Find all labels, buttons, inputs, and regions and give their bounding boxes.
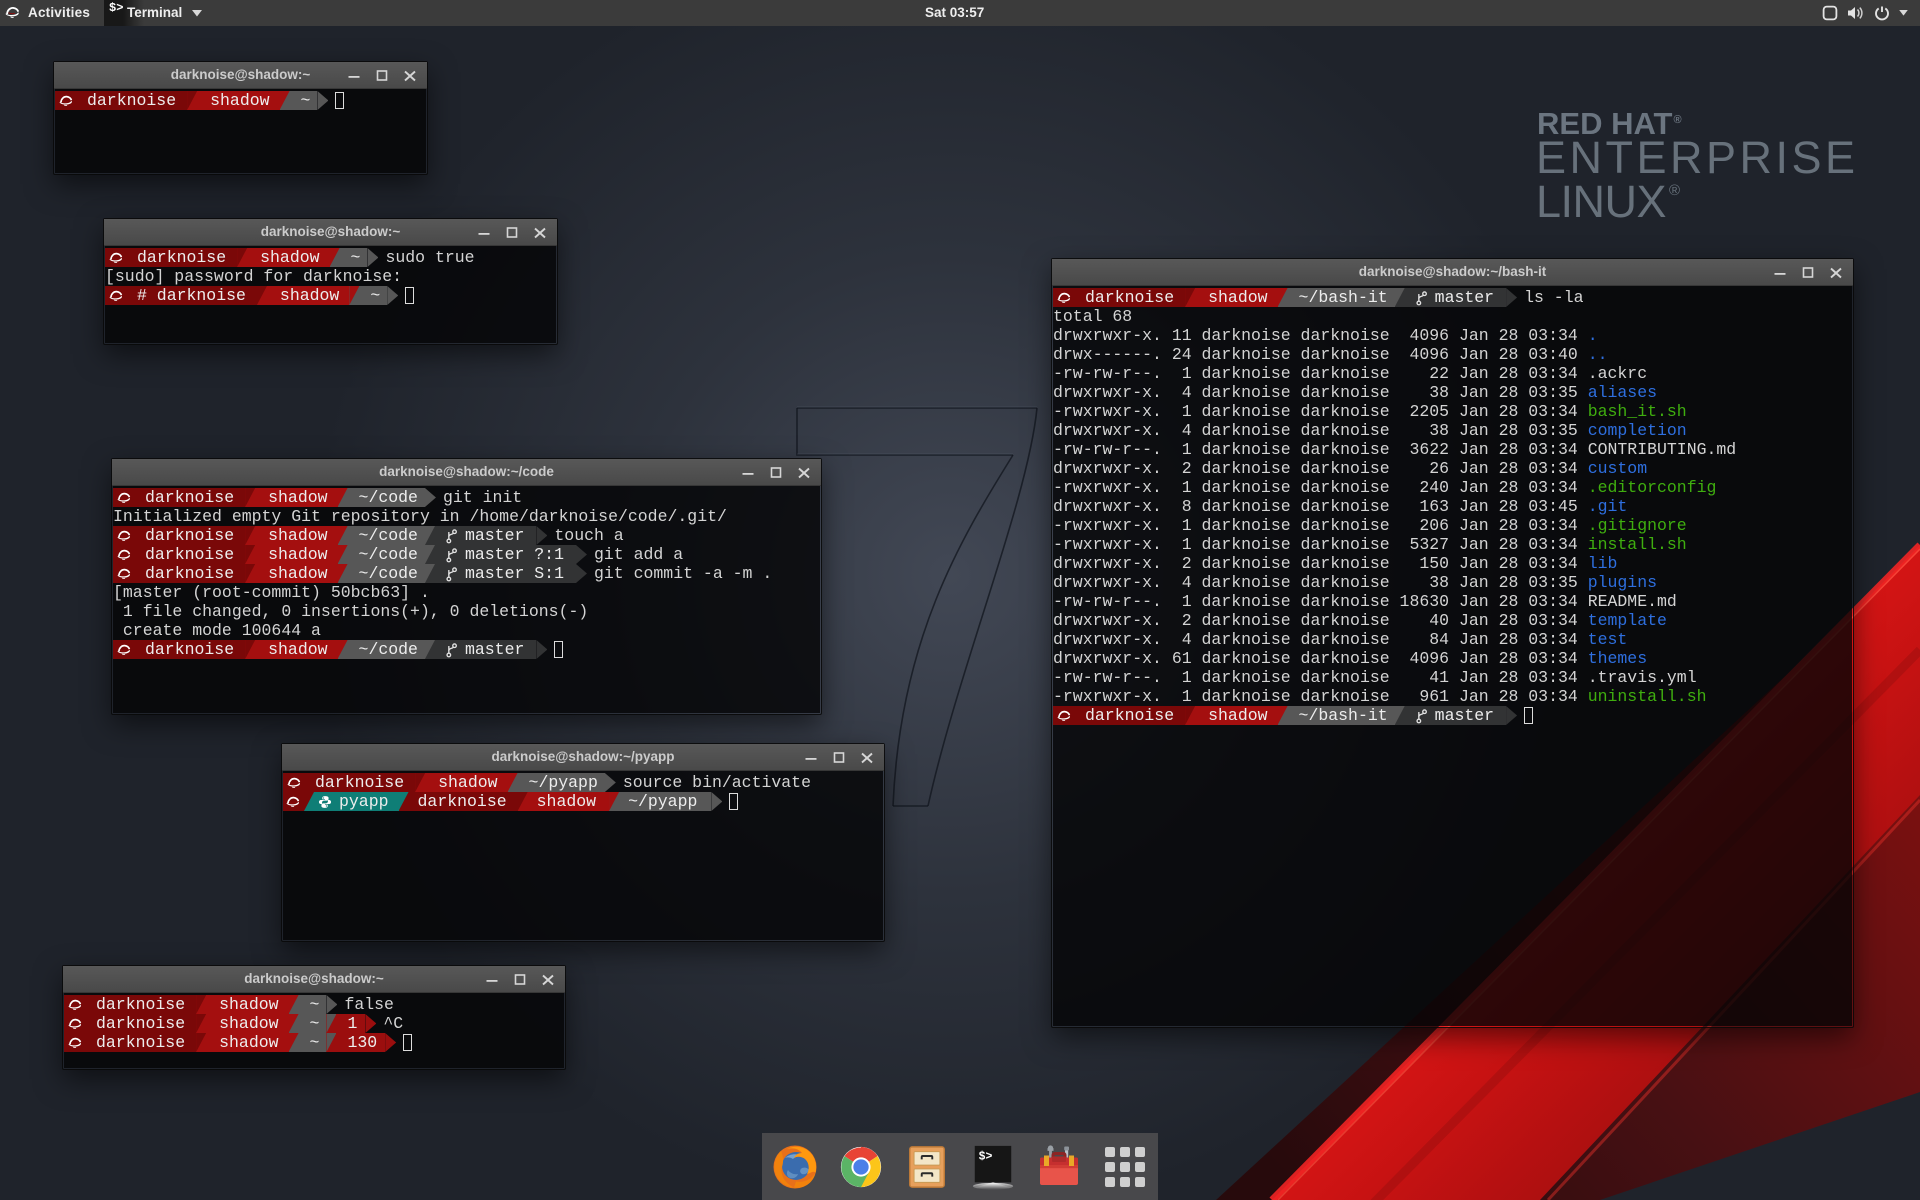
svg-text:$>: $> — [979, 1150, 993, 1163]
